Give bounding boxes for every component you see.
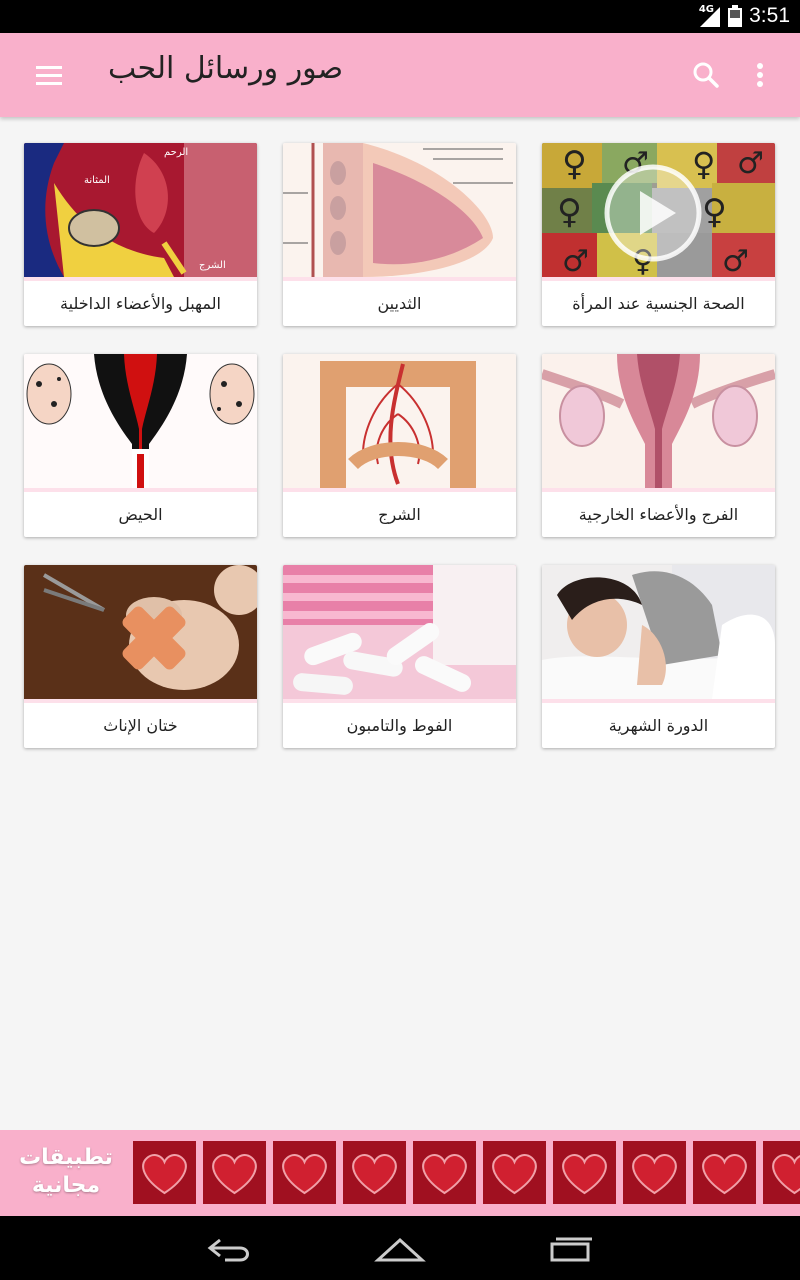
heart-tile	[623, 1141, 686, 1204]
app-bar: صور ورسائل الحب	[0, 33, 800, 117]
heart-tile	[203, 1141, 266, 1204]
home-icon[interactable]	[370, 1232, 430, 1266]
more-options-icon[interactable]	[748, 57, 772, 93]
status-bar: 4G 3:51	[0, 0, 800, 33]
battery-icon	[728, 5, 742, 27]
banner-line-1: تطبيقات	[19, 1145, 113, 1170]
heart-tile	[273, 1141, 336, 1204]
category-card-vulva-external[interactable]: الفرج والأعضاء الخارجية	[542, 354, 775, 537]
heart-tile	[483, 1141, 546, 1204]
category-card-pads-tampons[interactable]: الفوط والتامبون	[283, 565, 516, 748]
heart-tile	[343, 1141, 406, 1204]
card-label: الفرج والأعضاء الخارجية	[578, 505, 739, 524]
uterus-diagram	[542, 354, 775, 488]
recent-apps-icon[interactable]	[540, 1232, 600, 1266]
search-icon[interactable]	[688, 57, 724, 93]
svg-text:المثانة: المثانة	[84, 175, 110, 186]
pelvis-anatomy-diagram: المثانة الرحم الشرج	[24, 143, 257, 277]
svg-text:♀: ♀	[557, 192, 582, 232]
svg-text:♂: ♂	[737, 146, 764, 181]
svg-text:الشرج: الشرج	[199, 260, 226, 271]
woman-in-pain-photo	[542, 565, 775, 699]
svg-text:الرحم: الرحم	[164, 147, 188, 158]
colon-anatomy-diagram	[283, 354, 516, 488]
signal-icon	[700, 7, 720, 27]
clock: 3:51	[749, 4, 790, 27]
svg-text:♀: ♀	[692, 145, 715, 183]
category-card-fgm[interactable]: ختان الإناث	[24, 565, 257, 748]
card-label: المهبل والأعضاء الداخلية	[60, 294, 221, 313]
heart-tile	[693, 1141, 756, 1204]
menu-icon[interactable]	[30, 57, 68, 93]
svg-text:♀: ♀	[562, 144, 587, 184]
card-label: الصحة الجنسية عند المرأة	[572, 294, 745, 313]
card-label: الحيض	[118, 505, 163, 524]
banner-text: تطبيقات مجانية	[18, 1144, 114, 1200]
gender-symbols-video-thumbnail: ♀ ♂ ♀ ♂ ♀ ♀ ♂ ♀ ♂	[542, 143, 775, 277]
heart-tile	[553, 1141, 616, 1204]
tampons-and-pads-photo	[283, 565, 516, 699]
card-label: ختان الإناث	[103, 716, 178, 735]
doll-and-scissors-photo	[24, 565, 257, 699]
category-card-sexual-health[interactable]: ♀ ♂ ♀ ♂ ♀ ♀ ♂ ♀ ♂ الصحة الجنسية عند المر…	[542, 143, 775, 326]
back-icon[interactable]	[200, 1232, 260, 1266]
category-card-vagina-internal[interactable]: المثانة الرحم الشرج المهبل والأعضاء الدا…	[24, 143, 257, 326]
free-apps-banner[interactable]: تطبيقات مجانية	[0, 1130, 800, 1216]
banner-line-2: مجانية	[31, 1173, 101, 1198]
card-label: الشرج	[378, 505, 421, 524]
svg-text:♀: ♀	[702, 192, 727, 232]
page-title: صور ورسائل الحب	[108, 51, 344, 86]
card-label: الدورة الشهرية	[608, 716, 709, 735]
breast-anatomy-diagram	[283, 143, 516, 277]
svg-text:♂: ♂	[562, 244, 589, 277]
heart-tile	[413, 1141, 476, 1204]
category-card-menstruation[interactable]: الحيض	[24, 354, 257, 537]
heart-tile	[133, 1141, 196, 1204]
card-label: الثديين	[377, 294, 422, 313]
heart-tile	[763, 1141, 800, 1204]
navigation-bar	[0, 1216, 800, 1280]
category-card-menstrual-cycle[interactable]: الدورة الشهرية	[542, 565, 775, 748]
card-label: الفوط والتامبون	[346, 716, 453, 735]
category-card-breasts[interactable]: الثديين	[283, 143, 516, 326]
menstruation-diagram	[24, 354, 257, 488]
svg-text:♂: ♂	[722, 244, 749, 277]
category-card-anus[interactable]: الشرج	[283, 354, 516, 537]
